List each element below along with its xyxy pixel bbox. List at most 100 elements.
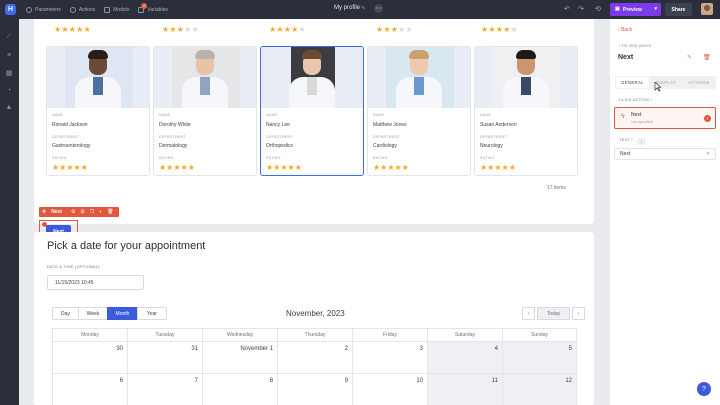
nav-parameters-label: Parameters (35, 6, 61, 13)
formula-toggle-icon[interactable]: ƒ (637, 138, 646, 145)
page-title[interactable]: My profile (334, 5, 360, 11)
rating-stars: ★★★★★ (269, 25, 306, 34)
view-month-button[interactable]: Month (107, 307, 138, 320)
calendar-day[interactable]: 4 (428, 342, 503, 374)
edit-icon[interactable]: ✎ (687, 54, 692, 61)
calendar-day[interactable]: 12 (503, 374, 577, 405)
action-title: Next (631, 112, 642, 118)
today-button[interactable]: Today (537, 307, 570, 320)
flask-icon[interactable]: ▲ (5, 103, 13, 111)
calendar-day[interactable]: 11 (428, 374, 503, 405)
element-toolbar: ✥ Next ⚙ ⊞ ❐ ◐ 🗑 (39, 207, 119, 217)
users-icon[interactable]: ◔ (5, 86, 13, 94)
redo-icon[interactable]: ↷ (578, 5, 584, 13)
edit-title-icon[interactable]: ✎ (361, 5, 366, 12)
parameters-icon (26, 6, 32, 13)
element-toolbar-name[interactable]: Next (51, 209, 62, 215)
rating-stars: ★★★★★ (480, 163, 516, 172)
rating-label: RATING (266, 156, 281, 160)
app-logo[interactable]: H (5, 4, 16, 15)
doctor-photo (368, 47, 470, 108)
weekday-header: Wednesday (203, 329, 278, 342)
user-avatar[interactable] (701, 3, 713, 15)
rating-label: RATING (480, 156, 495, 160)
items-count: 17 items (547, 185, 566, 191)
tab-actions[interactable]: ACTIONS (683, 77, 715, 88)
date-time-input[interactable]: 11/15/2023 10:45 (47, 275, 144, 290)
name-label: NAME (480, 113, 492, 117)
calendar-day[interactable]: 10 (353, 374, 428, 405)
doctor-department: Cardiology (373, 143, 397, 149)
department-label: DEPARTMENT (373, 135, 400, 139)
nav-actions[interactable]: Actions (69, 6, 96, 13)
back-link[interactable]: ‹ Back (618, 27, 632, 33)
pages-icon[interactable]: ⟋ (5, 33, 13, 41)
calendar-day[interactable]: 31 (128, 342, 203, 374)
top-nav: Parameters Actions Models 2 Variables (26, 2, 168, 13)
calendar-day[interactable]: 9 (278, 374, 353, 405)
copy-icon[interactable]: ❐ (90, 209, 94, 215)
click-action-selector[interactable]: ϟ Next Not specified ! (614, 107, 716, 129)
help-chat-icon[interactable]: ? (697, 382, 711, 396)
department-label: DEPARTMENT (52, 135, 79, 139)
calendar-day[interactable]: 2 (278, 342, 353, 374)
share-button[interactable]: Share (665, 3, 692, 16)
settings-icon[interactable]: ⚙ (71, 209, 75, 215)
action-subtitle: Not specified (631, 120, 653, 124)
more-options-icon[interactable]: ⋯ (374, 4, 383, 13)
preview-icon: ▣ (615, 6, 620, 12)
calendar-day[interactable]: 5 (503, 342, 577, 374)
chevron-down-icon[interactable]: ▾ (654, 6, 657, 12)
calendar-grid: Monday Tuesday Wednesday Thursday Friday… (52, 328, 577, 405)
warning-icon: ! (704, 115, 711, 122)
rating-stars: ★★★★★ (159, 163, 195, 172)
text-field[interactable]: Next ✕ (614, 148, 716, 160)
calendar-day[interactable]: 7 (128, 374, 203, 405)
doctor-card[interactable]: NAME Matthew Jones DEPARTMENT Cardiology… (367, 46, 471, 176)
view-day-button[interactable]: Day (52, 307, 79, 320)
drag-handle-icon[interactable]: ✥ (42, 209, 46, 215)
name-label: NAME (266, 113, 278, 117)
doctor-card[interactable]: NAME Susan Anderson DEPARTMENT Neurology… (474, 46, 578, 176)
prev-month-button[interactable]: ‹ (522, 307, 535, 320)
calendar-day[interactable]: November 1 (203, 342, 278, 374)
doctor-card-selected[interactable]: NAME Nancy Lee DEPARTMENT Orthopedics RA… (260, 46, 364, 176)
name-label: NAME (373, 113, 385, 117)
nav-models[interactable]: Models (104, 6, 129, 13)
next-month-button[interactable]: › (572, 307, 585, 320)
calendar-month-label: November, 2023 (286, 309, 345, 318)
doctor-card[interactable]: NAME Dorothy White DEPARTMENT Dermatolog… (153, 46, 257, 176)
calendar-day[interactable]: 3 (353, 342, 428, 374)
calendar-day[interactable]: 30 (53, 342, 128, 374)
delete-icon[interactable]: 🗑 (107, 209, 113, 215)
click-action-label: CLICK ACTION * (619, 98, 653, 102)
parent-label: 1st step parent (621, 43, 652, 48)
layout-icon[interactable]: ⊞ (81, 209, 85, 215)
doctor-name: Matthew Jones (373, 122, 407, 128)
view-week-button[interactable]: Week (78, 307, 108, 320)
calendar-day[interactable]: 6 (53, 374, 128, 405)
doctor-department: Gastroenterology (52, 143, 91, 149)
doctor-card[interactable]: NAME Ronald Jackson DEPARTMENT Gastroent… (46, 46, 150, 176)
nav-variables-label: Variables (147, 6, 168, 13)
database-icon[interactable]: ≡ (5, 51, 13, 59)
clear-icon[interactable]: ✕ (706, 151, 710, 157)
nav-parameters[interactable]: Parameters (26, 6, 61, 13)
tab-general[interactable]: GENERAL (616, 77, 649, 88)
calendar-day[interactable]: 8 (203, 374, 278, 405)
text-label-text: TEXT (619, 138, 630, 142)
table-icon[interactable]: ▦ (5, 69, 13, 77)
date-time-label: DATE & TIME (OPTIONAL) (47, 265, 100, 269)
element-name: Next (618, 54, 634, 61)
parent-link[interactable]: ↑ 1st step parent (618, 43, 651, 48)
rating-stars: ★★★★★ (373, 163, 409, 172)
history-icon[interactable]: ⟲ (595, 5, 601, 13)
nav-variables[interactable]: 2 Variables (138, 2, 168, 13)
weekday-header: Sunday (503, 329, 577, 342)
nav-actions-label: Actions (78, 6, 96, 13)
trash-icon[interactable]: 🗑 (703, 54, 711, 61)
preview-button[interactable]: ▣ Preview ▾ (610, 3, 661, 16)
view-year-button[interactable]: Year (137, 307, 167, 320)
undo-icon[interactable]: ↶ (564, 5, 570, 13)
style-icon[interactable]: ◐ (99, 209, 102, 215)
